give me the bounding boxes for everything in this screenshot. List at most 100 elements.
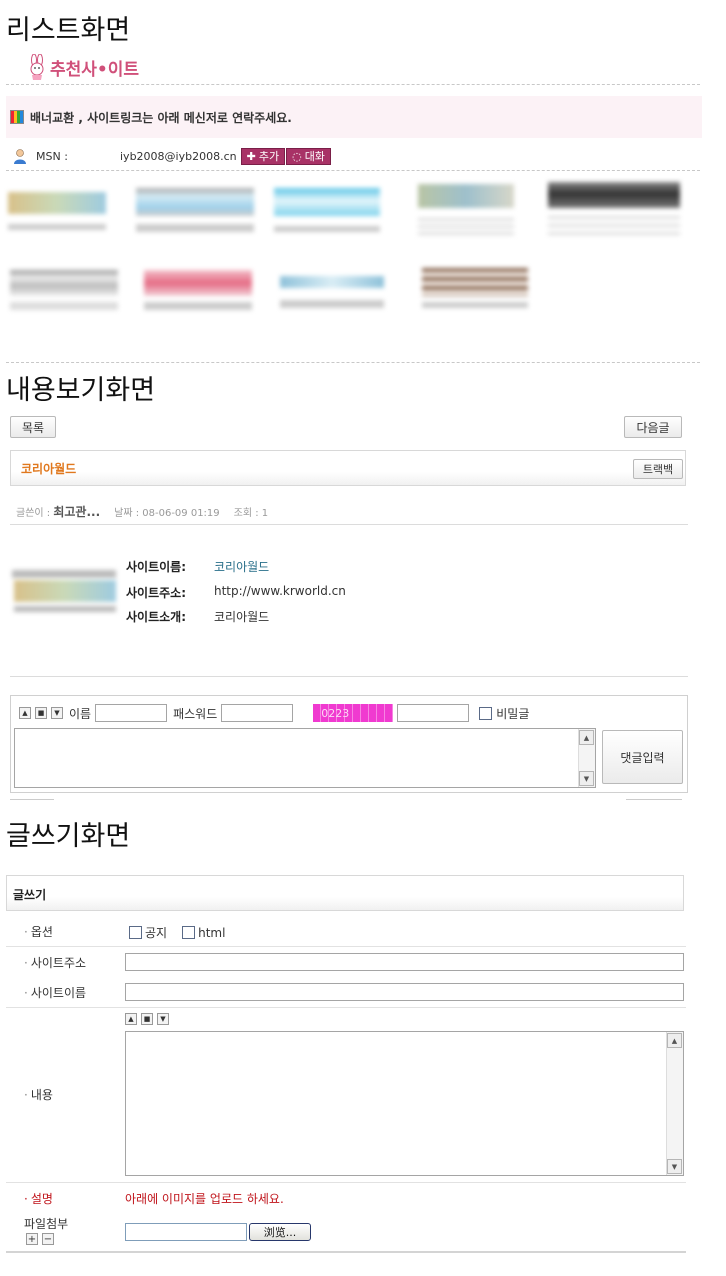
captcha-input[interactable] (397, 704, 470, 722)
banner-thumbnail[interactable] (274, 188, 380, 216)
html-checkbox[interactable] (182, 926, 196, 939)
notice-checkbox[interactable] (129, 926, 142, 939)
divider (10, 799, 54, 800)
divider (10, 524, 688, 525)
msn-chat-button[interactable]: ◌ 대화 (286, 147, 331, 165)
expand-down-icon[interactable]: ▼ (157, 1013, 169, 1025)
notice-checkbox-label: 공지 (145, 926, 168, 940)
site-intro-value: 코리아월드 (214, 610, 270, 624)
content-label-text: 내용 (30, 1088, 53, 1102)
scroll-up-icon[interactable]: ▲ (579, 730, 594, 745)
site-url-label: · 사이트주소 (24, 956, 87, 970)
chat-icon: ◌ (292, 149, 302, 163)
site-banner-image (14, 580, 116, 602)
comment-submit-button[interactable]: 댓글입력 (602, 730, 683, 784)
msn-row: MSN : iyb2008@iyb2008.cn ✚ 추가 ◌ 대화 (12, 146, 331, 166)
content-scrollbar[interactable]: ▲ ▼ (666, 1032, 683, 1175)
site-intro-key: 사이트소개: (126, 610, 186, 624)
banner-thumbnail-caption (280, 300, 384, 308)
banner-thumbnail[interactable] (422, 268, 528, 296)
write-header: 글쓰기 (6, 875, 684, 911)
reset-size-icon[interactable]: ■ (141, 1013, 153, 1025)
list-button[interactable]: 목록 (10, 416, 56, 438)
site-url-input[interactable] (125, 953, 684, 971)
plus-icon: ✚ (246, 149, 256, 163)
file-path-input[interactable] (125, 1223, 247, 1241)
user-icon (12, 148, 28, 164)
msn-add-label: 추가 (258, 150, 280, 163)
content-textarea[interactable]: ▲ ▼ (125, 1031, 684, 1176)
comment-scrollbar[interactable]: ▲ ▼ (578, 729, 595, 787)
add-file-icon[interactable]: + (26, 1233, 38, 1245)
site-logo[interactable]: 추천사•이트 (26, 53, 140, 80)
scroll-down-icon[interactable]: ▼ (579, 771, 594, 786)
site-name-label: · 사이트이름 (24, 986, 87, 1000)
msn-label: MSN : (36, 149, 68, 163)
site-url-value[interactable]: http://www.krworld.cn (214, 584, 346, 601)
logo-text: 추천사•이트 (50, 59, 140, 80)
secret-label: 비밀글 (496, 706, 530, 721)
content-label: · 내용 (24, 1088, 53, 1102)
site-name-input[interactable] (125, 983, 684, 1001)
site-url-label-text: 사이트주소 (30, 956, 87, 970)
name-label: 이름 (69, 706, 92, 721)
desc-label: · 설명 (24, 1192, 53, 1206)
divider (6, 1007, 686, 1008)
banner-thumbnail-caption (422, 302, 528, 308)
site-name-label-text: 사이트이름 (30, 986, 87, 1000)
banner-thumbnail[interactable] (280, 276, 384, 288)
remove-file-icon[interactable]: − (42, 1233, 54, 1245)
comment-form: ▲ ■ ▼ 이름 패스워드 0223 비밀글 ▲ ▼ 댓글입력 (10, 695, 688, 793)
password-label: 패스워드 (173, 706, 218, 721)
notice-icon (10, 110, 24, 124)
site-name-row: 사이트이름: 코리아월드 (126, 558, 269, 575)
banner-thumbnail[interactable] (548, 182, 680, 208)
banner-thumbnail-caption (10, 302, 118, 310)
name-input[interactable] (95, 704, 168, 722)
next-post-button[interactable]: 다음글 (624, 416, 682, 438)
reset-size-icon[interactable]: ■ (35, 707, 47, 719)
view-screen-title: 내용보기화면 (6, 375, 156, 406)
banner-thumbnail[interactable] (136, 188, 254, 216)
banner-thumbnail-caption (548, 216, 680, 240)
banner-thumbnail[interactable] (10, 270, 118, 296)
write-header-label: 글쓰기 (13, 888, 47, 902)
author-meta: 글쓴이 : 최고관... (16, 503, 100, 520)
banner-thumbnail[interactable] (8, 192, 106, 214)
scroll-down-icon[interactable]: ▼ (667, 1159, 682, 1174)
banner-thumbnail[interactable] (418, 184, 514, 208)
banner-thumbnail-caption (144, 302, 252, 310)
browse-button[interactable]: 浏览... (249, 1223, 311, 1241)
divider (10, 676, 688, 677)
expand-up-icon[interactable]: ▲ (125, 1013, 137, 1025)
trackback-button[interactable]: 트랙백 (633, 459, 683, 479)
bunny-icon (26, 53, 48, 80)
msn-email[interactable]: iyb2008@iyb2008.cn (120, 150, 237, 163)
options-label-text: 옵션 (30, 925, 53, 939)
expand-up-icon[interactable]: ▲ (19, 707, 31, 719)
expand-down-icon[interactable]: ▼ (51, 707, 63, 719)
password-input[interactable] (221, 704, 294, 722)
divider (6, 1182, 686, 1183)
scroll-up-icon[interactable]: ▲ (667, 1033, 682, 1048)
captcha-image: 0223 (313, 704, 394, 722)
divider (6, 362, 700, 363)
site-name-value[interactable]: 코리아월드 (214, 558, 269, 575)
author-name[interactable]: 최고관... (53, 505, 100, 519)
banner-thumbnail-caption (8, 224, 106, 230)
html-checkbox-label: html (198, 925, 226, 940)
banner-thumbnail[interactable] (144, 270, 252, 296)
post-header: 코리아월드 트랙백 (10, 450, 686, 486)
msn-chat-label: 대화 (304, 150, 325, 163)
author-label: 글쓴이 : (16, 508, 51, 519)
site-name-key: 사이트이름: (126, 560, 186, 574)
divider (626, 799, 682, 800)
notice-banner: 배너교환 , 사이트링크는 아래 메신저로 연락주세요. (6, 96, 702, 138)
secret-checkbox[interactable] (479, 706, 493, 720)
file-count-controls: + − (26, 1233, 54, 1245)
divider (6, 1251, 686, 1253)
comment-textarea[interactable]: ▲ ▼ (14, 728, 596, 788)
divider (6, 170, 700, 171)
file-label: 파일첨부 (24, 1217, 69, 1231)
msn-add-button[interactable]: ✚ 추가 (240, 147, 286, 165)
